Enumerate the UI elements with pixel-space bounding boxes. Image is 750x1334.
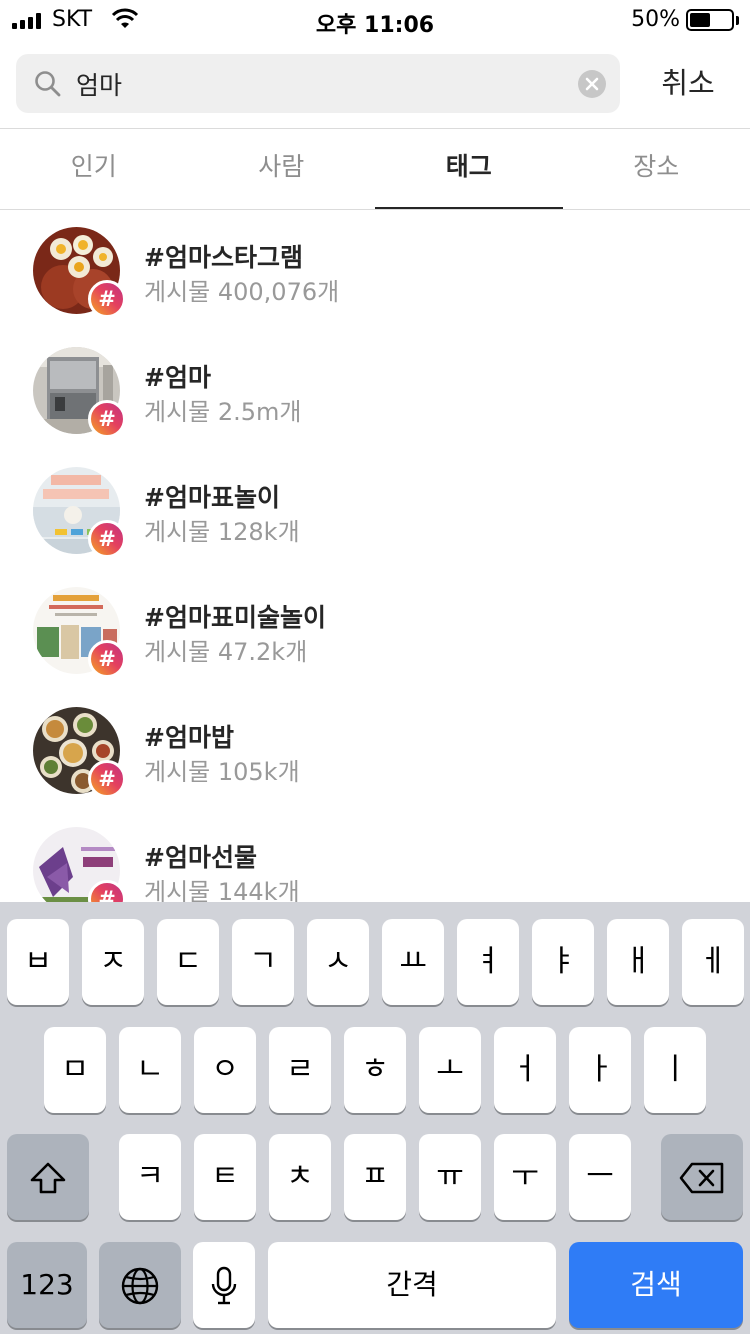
hashtag-icon: # [88, 640, 126, 678]
hashtag-icon: # [88, 400, 126, 438]
numbers-key[interactable]: 123 [7, 1242, 87, 1328]
key[interactable]: ㅡ [569, 1134, 631, 1220]
tag-result-row[interactable]: # #엄마선물 게시물 144k개 [0, 810, 750, 902]
search-input[interactable] [76, 54, 566, 113]
clear-search-icon[interactable] [578, 70, 606, 98]
globe-key[interactable] [99, 1242, 181, 1328]
keyboard: ㅂ ㅈ ㄷ ㄱ ㅅ ㅛ ㅕ ㅑ ㅐ ㅔ ㅁ ㄴ ㅇ ㄹ ㅎ ㅗ ㅓ ㅏ ㅣ ㅋ … [0, 902, 750, 1334]
battery-cap [736, 16, 739, 25]
post-count: 게시물 105k개 [144, 758, 300, 786]
key[interactable]: ㅠ [419, 1134, 481, 1220]
post-count: 게시물 47.2k개 [144, 638, 308, 666]
key[interactable]: ㅗ [419, 1027, 481, 1113]
post-count: 게시물 400,076개 [144, 278, 340, 306]
tag-result-row[interactable]: # #엄마표미술놀이 게시물 47.2k개 [0, 570, 750, 690]
shift-key[interactable] [7, 1134, 89, 1220]
search-icon [34, 70, 62, 102]
cancel-button[interactable]: 취소 [638, 54, 738, 113]
key[interactable]: ㅌ [194, 1134, 256, 1220]
tag-result-row[interactable]: # #엄마스타그램 게시물 400,076개 [0, 210, 750, 330]
tab-tags[interactable]: 태그 [375, 129, 563, 209]
tab-places[interactable]: 장소 [563, 129, 750, 209]
tag-name: #엄마스타그램 [144, 243, 303, 272]
key[interactable]: ㄹ [269, 1027, 331, 1113]
key[interactable]: ㅂ [7, 919, 69, 1005]
post-count: 게시물 128k개 [144, 518, 300, 546]
key[interactable]: ㅈ [82, 919, 144, 1005]
tag-name: #엄마밥 [144, 723, 234, 752]
key[interactable]: ㅍ [344, 1134, 406, 1220]
key[interactable]: ㄷ [157, 919, 219, 1005]
space-key[interactable]: 간격 [268, 1242, 556, 1328]
key[interactable]: ㅁ [44, 1027, 106, 1113]
key[interactable]: ㅑ [532, 919, 594, 1005]
backspace-icon [679, 1162, 724, 1193]
tab-people[interactable]: 사람 [188, 129, 376, 209]
key[interactable]: ㄱ [232, 919, 294, 1005]
hashtag-icon: # [88, 520, 126, 558]
key[interactable]: ㅔ [682, 919, 744, 1005]
key[interactable]: ㅅ [307, 919, 369, 1005]
microphone-key[interactable] [193, 1242, 255, 1328]
microphone-icon [211, 1266, 237, 1304]
key[interactable]: ㅊ [269, 1134, 331, 1220]
key[interactable]: ㄴ [119, 1027, 181, 1113]
post-count: 게시물 2.5m개 [144, 398, 302, 426]
tag-result-row[interactable]: # #엄마밥 게시물 105k개 [0, 690, 750, 810]
tag-results-list: # #엄마스타그램 게시물 400,076개 # #엄마 게시물 2.5m개 #… [0, 210, 750, 902]
search-tabs: 인기 사람 태그 장소 [0, 129, 750, 209]
key[interactable]: ㅎ [344, 1027, 406, 1113]
tag-name: #엄마표미술놀이 [144, 603, 326, 632]
key[interactable]: ㅋ [119, 1134, 181, 1220]
tag-name: #엄마 [144, 363, 211, 392]
search-bar[interactable] [16, 54, 620, 113]
post-count: 게시물 144k개 [144, 878, 300, 902]
shift-icon [30, 1162, 66, 1193]
key[interactable]: ㅏ [569, 1027, 631, 1113]
key[interactable]: ㅣ [644, 1027, 706, 1113]
globe-icon [121, 1267, 159, 1304]
hashtag-icon: # [88, 760, 126, 798]
tag-result-row[interactable]: # #엄마 게시물 2.5m개 [0, 330, 750, 450]
key[interactable]: ㅜ [494, 1134, 556, 1220]
battery-percent: 50% [631, 7, 680, 32]
status-bar: SKT 오후 11:06 50% [0, 0, 750, 40]
battery-icon [686, 9, 734, 31]
tag-result-row[interactable]: # #엄마표놀이 게시물 128k개 [0, 450, 750, 570]
hashtag-icon: # [88, 280, 126, 318]
tag-name: #엄마표놀이 [144, 483, 280, 512]
search-key[interactable]: 검색 [569, 1242, 743, 1328]
key[interactable]: ㅇ [194, 1027, 256, 1113]
key[interactable]: ㅛ [382, 919, 444, 1005]
key[interactable]: ㅕ [457, 919, 519, 1005]
backspace-key[interactable] [661, 1134, 743, 1220]
key[interactable]: ㅐ [607, 919, 669, 1005]
tab-top[interactable]: 인기 [0, 129, 188, 209]
key[interactable]: ㅓ [494, 1027, 556, 1113]
tag-name: #엄마선물 [144, 843, 257, 872]
